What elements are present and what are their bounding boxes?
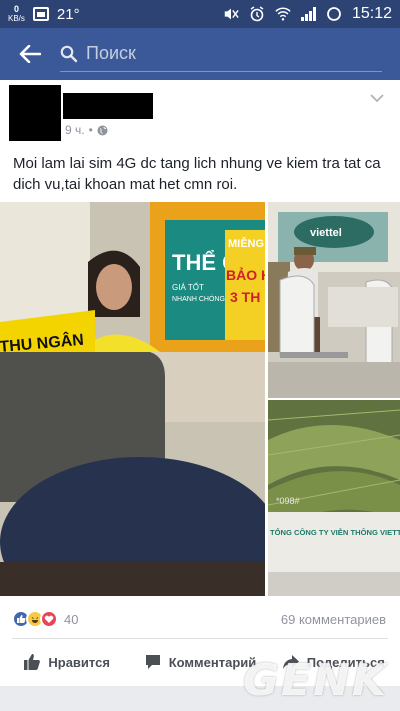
search-placeholder: Поиск bbox=[86, 43, 136, 63]
meta-separator: • bbox=[88, 123, 93, 137]
love-reaction-icon bbox=[40, 610, 58, 628]
sign-text-e: BẢO HÀ bbox=[226, 267, 265, 283]
ussd-code: *098# bbox=[276, 496, 300, 506]
genk-watermark: GENK bbox=[242, 655, 388, 706]
reactions-summary[interactable]: 40 bbox=[12, 610, 78, 628]
post-time[interactable]: 9 ч. bbox=[65, 123, 85, 137]
status-bar: 0 KB/s 21° 15:12 bbox=[0, 0, 400, 28]
reactions-count: 40 bbox=[64, 611, 79, 627]
like-label: Нравится bbox=[48, 654, 110, 670]
viettel-logo-text: viettel bbox=[310, 227, 342, 239]
gallery-notification-icon bbox=[32, 7, 49, 21]
post-text: Moi lam lai sim 4G dc tang lich nhung ve… bbox=[13, 155, 381, 193]
post-photo-customer[interactable]: viettel bbox=[268, 202, 400, 398]
sign-text-b: GIÁ TỐT bbox=[172, 282, 204, 292]
post-meta: 9 ч. • bbox=[65, 123, 108, 137]
post-photo-calendar[interactable]: *098# TỔNG CÔNG TY VIỄN THÔNG VIETTEL bbox=[268, 400, 400, 596]
post-photo-counter[interactable]: THỂ C GIÁ TỐT NHANH CHÓNG MIỄNG BẢO HÀ 3… bbox=[0, 202, 265, 596]
alarm-icon bbox=[250, 6, 264, 22]
comments-count[interactable]: 69 комментариев bbox=[281, 612, 386, 627]
wifi-icon bbox=[275, 7, 291, 21]
network-speed: 0 KB/s bbox=[8, 4, 25, 24]
globe-icon bbox=[97, 125, 108, 135]
sign-text-c: NHANH CHÓNG bbox=[172, 294, 225, 303]
search-input[interactable]: Поиск bbox=[60, 36, 382, 72]
signal-icon bbox=[300, 7, 316, 21]
comment-icon bbox=[145, 655, 160, 669]
divider bbox=[12, 638, 388, 639]
avatar[interactable] bbox=[9, 85, 61, 141]
mute-icon bbox=[224, 8, 239, 20]
sign-text-d: MIỄNG bbox=[228, 237, 264, 250]
sign-text-f: 3 TH bbox=[230, 289, 260, 305]
calendar-caption: TỔNG CÔNG TY VIỄN THÔNG VIETTEL bbox=[270, 528, 400, 537]
top-nav-bar: Поиск bbox=[0, 28, 400, 80]
clock: 15:12 bbox=[351, 5, 392, 22]
network-speed-value: 0 bbox=[13, 4, 19, 14]
like-button[interactable]: Нравится bbox=[0, 642, 133, 682]
search-icon bbox=[60, 45, 78, 62]
sync-icon bbox=[327, 7, 341, 21]
chevron-down-icon[interactable] bbox=[370, 94, 384, 103]
author-name-redacted[interactable] bbox=[63, 93, 153, 119]
back-button[interactable] bbox=[0, 28, 60, 80]
network-speed-unit: KB/s bbox=[8, 14, 25, 23]
post-card: 9 ч. • Moi lam lai sim 4G dc tang lich n… bbox=[0, 80, 400, 686]
thumbs-up-icon bbox=[24, 654, 41, 670]
arrow-left-icon bbox=[19, 45, 41, 63]
temperature: 21° bbox=[56, 5, 80, 23]
